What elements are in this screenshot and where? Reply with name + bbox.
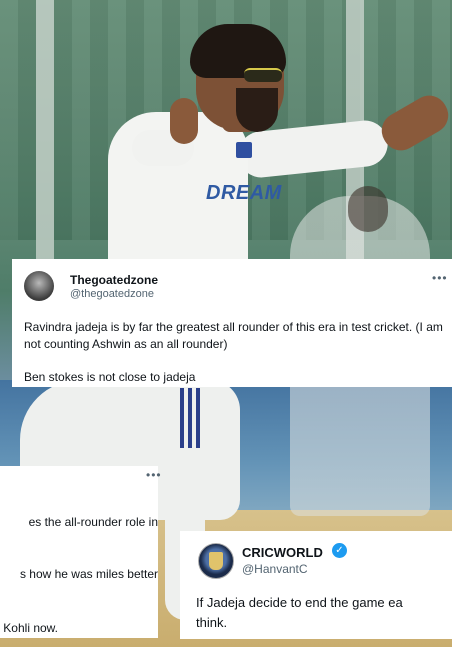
jersey-sponsor-text: DREAM xyxy=(206,182,282,204)
avatar[interactable] xyxy=(24,271,54,301)
display-name[interactable]: Thegoatedzone xyxy=(70,273,158,287)
verified-badge-icon: ✓ xyxy=(332,543,347,558)
tweet-text: If Jadeja decide to end the game ea xyxy=(196,595,403,610)
trouser-stripe xyxy=(196,388,200,448)
tweet-text: es the all-rounder role in xyxy=(28,515,158,529)
player-sunglasses xyxy=(244,68,282,82)
tweet-text: s how he was miles better xyxy=(19,567,158,581)
tweet-card-partial[interactable]: ••• es the all-rounder role in s how he … xyxy=(0,466,161,638)
player-beard xyxy=(236,88,278,132)
team-crest xyxy=(236,142,252,158)
player-pointing-hand xyxy=(170,98,198,144)
tweet-text: Ravindra jadeja is by far the greatest a… xyxy=(24,320,443,351)
tweet-card-cricworld[interactable]: CRICWORLD ✓ @HanvantC If Jadeja decide t… xyxy=(180,531,452,639)
display-name[interactable]: CRICWORLD xyxy=(242,545,323,560)
trouser-stripe xyxy=(180,388,184,448)
user-handle[interactable]: @thegoatedzone xyxy=(70,288,154,300)
more-horizontal-icon[interactable]: ••• xyxy=(146,468,162,482)
user-handle[interactable]: @HanvantC xyxy=(242,562,308,576)
tweet-text: Ben stokes is not close to jadeja xyxy=(24,370,196,384)
tweet-text: Kohli now. xyxy=(3,621,58,635)
avatar[interactable] xyxy=(198,543,234,579)
more-horizontal-icon[interactable]: ••• xyxy=(432,271,448,285)
background-fielder-head xyxy=(348,186,388,232)
trouser-stripe xyxy=(188,388,192,448)
tweet-card-thegoatedzone[interactable]: Thegoatedzone @thegoatedzone ••• Ravindr… xyxy=(12,259,452,387)
tweet-text: think. xyxy=(196,615,228,630)
